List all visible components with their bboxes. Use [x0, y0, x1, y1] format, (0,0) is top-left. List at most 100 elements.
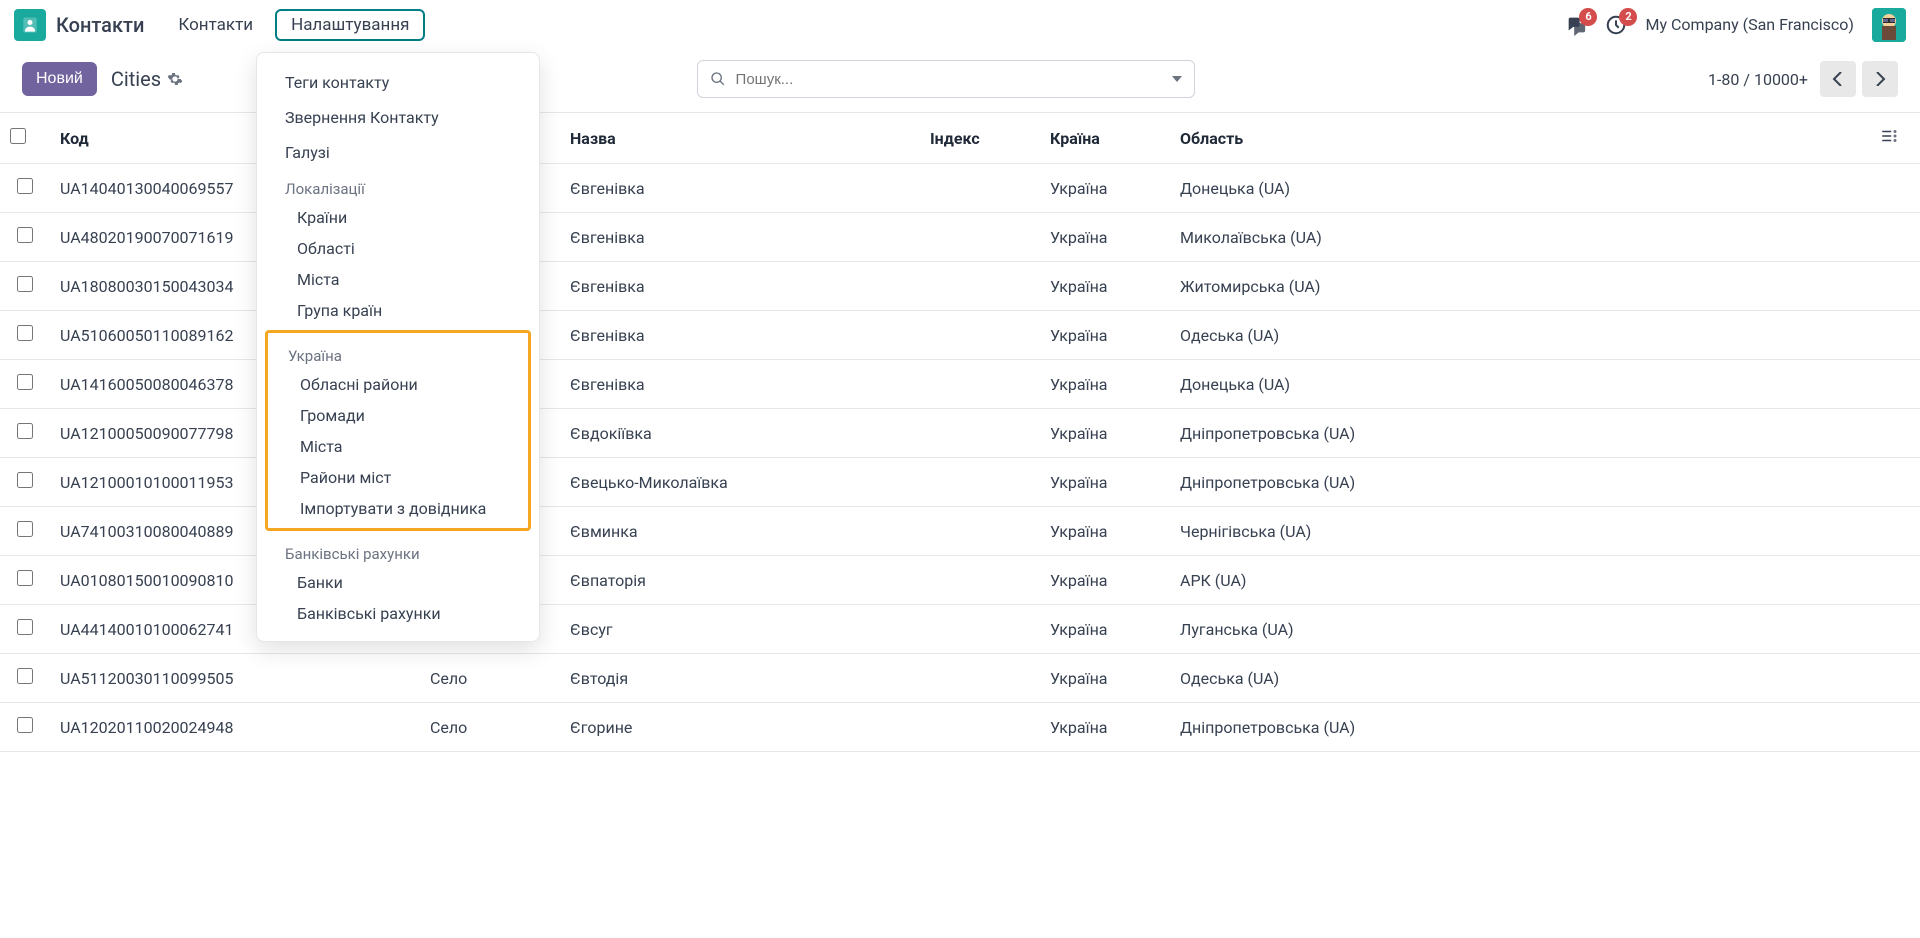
cell-type: Село	[420, 703, 560, 752]
dd-country-groups[interactable]: Група країн	[257, 295, 539, 326]
cell-region: Чернігівська (UA)	[1170, 507, 1870, 556]
navbar: Контакти Контакти Налаштування 6 2 My Co…	[0, 0, 1920, 50]
messages-badge: 6	[1579, 8, 1597, 26]
cell-region: Донецька (UA)	[1170, 164, 1870, 213]
dd-cities[interactable]: Міста	[257, 264, 539, 295]
cell-name: Євдокіївка	[560, 409, 920, 458]
activities-icon[interactable]: 2	[1605, 14, 1627, 36]
breadcrumb-title[interactable]: Cities	[111, 67, 161, 91]
cell-name: Євгенівка	[560, 164, 920, 213]
cell-code: UA51120030110099505	[50, 654, 420, 703]
pager-text[interactable]: 1-80 / 10000+	[1708, 70, 1808, 89]
cell-index	[920, 458, 1040, 507]
dd-ua-cities[interactable]: Міста	[268, 431, 528, 462]
dd-countries[interactable]: Країни	[257, 202, 539, 233]
cell-code: UA12020110020024948	[50, 703, 420, 752]
cell-index	[920, 654, 1040, 703]
cell-country: Україна	[1040, 605, 1170, 654]
dd-ua-import[interactable]: Імпортувати з довідника	[268, 493, 528, 524]
dd-ua-city-dist[interactable]: Райони міст	[268, 462, 528, 493]
settings-dropdown: Теги контакту Звернення Контакту Галузі …	[256, 52, 540, 642]
cell-region: Одеська (UA)	[1170, 654, 1870, 703]
th-country[interactable]: Країна	[1040, 113, 1170, 164]
cell-index	[920, 213, 1040, 262]
app-icon[interactable]	[14, 9, 46, 41]
dd-bank-accounts[interactable]: Банківські рахунки	[257, 598, 539, 629]
search-icon	[710, 71, 726, 87]
cell-country: Україна	[1040, 458, 1170, 507]
dd-tags[interactable]: Теги контакту	[257, 65, 539, 100]
dd-titles[interactable]: Звернення Контакту	[257, 100, 539, 135]
cell-index	[920, 507, 1040, 556]
cell-index	[920, 703, 1040, 752]
pager-prev-button[interactable]	[1820, 61, 1856, 97]
th-index[interactable]: Індекс	[920, 113, 1040, 164]
gear-icon[interactable]	[167, 71, 183, 87]
new-button[interactable]: Новий	[22, 62, 97, 96]
cell-country: Україна	[1040, 360, 1170, 409]
row-checkbox[interactable]	[17, 423, 33, 439]
cell-name: Євтодія	[560, 654, 920, 703]
row-checkbox[interactable]	[17, 570, 33, 586]
cell-name: Євпаторія	[560, 556, 920, 605]
th-name[interactable]: Назва	[560, 113, 920, 164]
dd-banks[interactable]: Банки	[257, 567, 539, 598]
row-checkbox[interactable]	[17, 521, 33, 537]
row-checkbox[interactable]	[17, 472, 33, 488]
cell-region: Одеська (UA)	[1170, 311, 1870, 360]
dd-industries[interactable]: Галузі	[257, 135, 539, 170]
cell-country: Україна	[1040, 409, 1170, 458]
row-checkbox[interactable]	[17, 717, 33, 733]
row-checkbox[interactable]	[17, 325, 33, 341]
chevron-right-icon	[1874, 72, 1886, 86]
user-avatar[interactable]	[1872, 8, 1906, 42]
cell-country: Україна	[1040, 164, 1170, 213]
dd-ukraine-section-highlight: Україна Обласні райони Громади Міста Рай…	[265, 330, 531, 531]
row-checkbox[interactable]	[17, 227, 33, 243]
cell-name: Євсуг	[560, 605, 920, 654]
search-input[interactable]	[736, 71, 1154, 88]
cell-region: АРК (UA)	[1170, 556, 1870, 605]
cell-name: Євецько-Миколаївка	[560, 458, 920, 507]
row-checkbox[interactable]	[17, 374, 33, 390]
cell-region: Миколаївська (UA)	[1170, 213, 1870, 262]
dd-states[interactable]: Області	[257, 233, 539, 264]
cell-type: Село	[420, 654, 560, 703]
cell-name: Єгорине	[560, 703, 920, 752]
table-row[interactable]: UA51120030110099505СелоЄвтодія УкраїнаОде…	[0, 654, 1920, 703]
app-name: Контакти	[56, 13, 144, 37]
nav-contacts[interactable]: Контакти	[164, 9, 267, 41]
cell-region: Дніпропетровська (UA)	[1170, 703, 1870, 752]
pager-next-button[interactable]	[1862, 61, 1898, 97]
search-options-toggle[interactable]	[1161, 60, 1195, 98]
cell-country: Україна	[1040, 654, 1170, 703]
cell-index	[920, 556, 1040, 605]
cell-region: Дніпропетровська (UA)	[1170, 409, 1870, 458]
th-region[interactable]: Область	[1170, 113, 1870, 164]
optional-columns-icon[interactable]	[1880, 127, 1898, 145]
messaging-icon[interactable]: 6	[1565, 14, 1587, 36]
company-name[interactable]: My Company (San Francisco)	[1645, 15, 1854, 34]
row-checkbox[interactable]	[17, 619, 33, 635]
row-checkbox[interactable]	[17, 668, 33, 684]
row-checkbox[interactable]	[17, 276, 33, 292]
cell-index	[920, 311, 1040, 360]
cell-index	[920, 262, 1040, 311]
search-box[interactable]	[697, 60, 1167, 98]
nav-menu: Контакти Налаштування	[164, 9, 425, 41]
select-all-checkbox[interactable]	[10, 128, 26, 144]
dd-ua-communities[interactable]: Громади	[268, 400, 528, 431]
cell-country: Україна	[1040, 311, 1170, 360]
dd-ua-districts[interactable]: Обласні райони	[268, 369, 528, 400]
row-checkbox[interactable]	[17, 178, 33, 194]
cell-name: Євгенівка	[560, 311, 920, 360]
cell-country: Україна	[1040, 507, 1170, 556]
cell-region: Луганська (UA)	[1170, 605, 1870, 654]
dd-bank-header: Банківські рахунки	[257, 535, 539, 567]
table-row[interactable]: UA12020110020024948СелоЄгорине УкраїнаДні…	[0, 703, 1920, 752]
cell-country: Україна	[1040, 556, 1170, 605]
cell-index	[920, 360, 1040, 409]
caret-down-icon	[1172, 74, 1182, 84]
cell-country: Україна	[1040, 703, 1170, 752]
nav-settings[interactable]: Налаштування	[275, 9, 425, 41]
